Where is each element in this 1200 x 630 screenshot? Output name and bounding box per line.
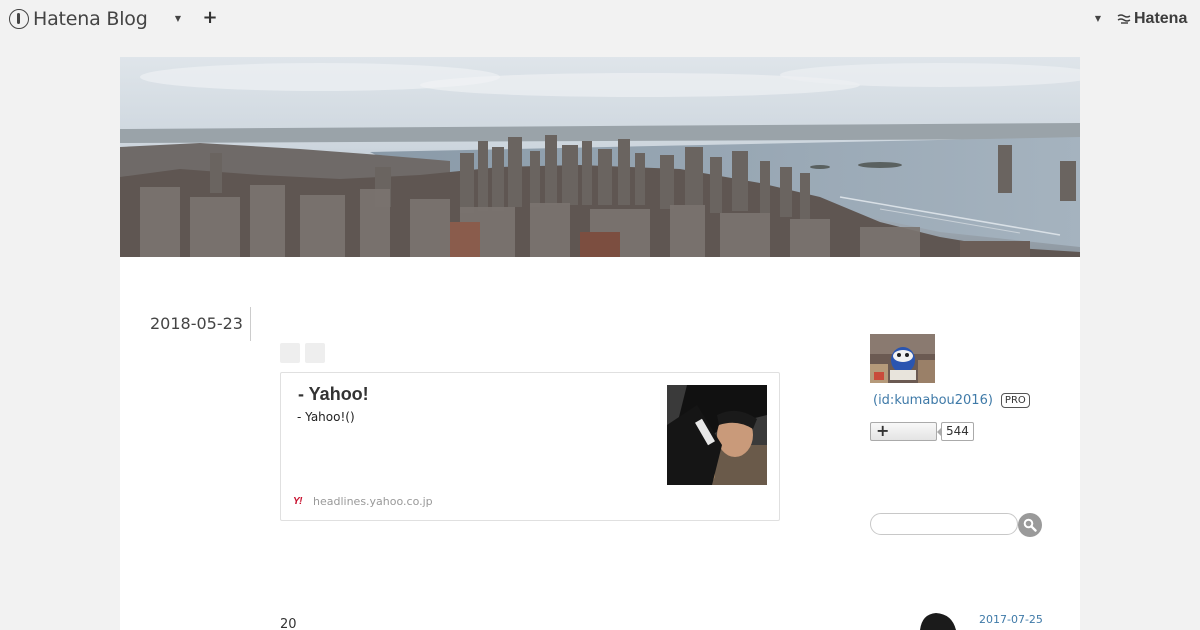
entry-date[interactable]: 2018-05-23	[150, 307, 251, 341]
follower-count: 544	[941, 421, 974, 441]
embed-source[interactable]: Y! headlines.yahoo.co.jp	[293, 493, 433, 509]
search-icon	[1023, 518, 1037, 532]
search-button[interactable]	[1018, 513, 1042, 537]
blog-container: 2018-05-23 - Yahoo! - Yahoo!() Y! headli	[120, 57, 1080, 630]
follower-count-bubble[interactable]: 544	[937, 421, 974, 441]
hatena-brand-name: Hatena	[1134, 10, 1188, 27]
yahoo-favicon-icon: Y!	[293, 495, 303, 507]
plus-icon: +	[876, 420, 890, 440]
share-button[interactable]	[280, 343, 300, 363]
blog-header-image[interactable]	[120, 57, 1080, 257]
search-input[interactable]	[870, 513, 1018, 535]
follow-button[interactable]: +	[870, 420, 937, 441]
profile-avatar[interactable]	[870, 334, 935, 383]
embed-title[interactable]: - Yahoo!	[298, 384, 369, 405]
profile-id-link[interactable]: (id:kumabou2016)	[873, 393, 993, 408]
plus-icon[interactable]: +	[202, 8, 218, 28]
hatena-logo[interactable]: Hatena	[1117, 9, 1187, 29]
skyline-banner	[120, 57, 1080, 257]
share-button[interactable]	[305, 343, 325, 363]
embed-card[interactable]: - Yahoo! - Yahoo!() Y! headlines.yahoo.c…	[280, 372, 780, 521]
embed-source-domain: headlines.yahoo.co.jp	[313, 494, 433, 508]
hatena-blog-logo-icon	[9, 9, 29, 29]
recent-entry-thumbnail[interactable]	[900, 612, 960, 630]
hatena-logo-icon	[1117, 14, 1131, 24]
embed-thumbnail-image	[667, 385, 767, 485]
embed-thumbnail[interactable]	[667, 385, 767, 485]
pro-badge: PRO	[1000, 392, 1030, 408]
recent-entry-thumbnail-image	[900, 612, 960, 630]
next-entry-snippet: 20	[280, 617, 297, 630]
entry-date-text: 2018-05-23	[150, 314, 243, 333]
entry-share-buttons	[280, 343, 325, 363]
user-menu-dropdown-icon[interactable]: ▼	[1093, 10, 1103, 26]
follow-row: + 544	[870, 421, 974, 441]
hatena-blog-logo[interactable]: Hatena Blog	[9, 7, 148, 31]
global-header: Hatena Blog ▼ + ▼ Hatena	[0, 0, 1200, 38]
brand-name: Hatena Blog	[33, 8, 148, 30]
embed-description: - Yahoo!()	[297, 410, 355, 424]
blog-menu-dropdown-icon[interactable]: ▼	[172, 10, 184, 26]
profile-avatar-image	[870, 334, 935, 383]
profile-id-row: (id:kumabou2016) PRO	[873, 391, 1030, 409]
recent-entry-date[interactable]: 2017-07-25	[979, 613, 1043, 626]
